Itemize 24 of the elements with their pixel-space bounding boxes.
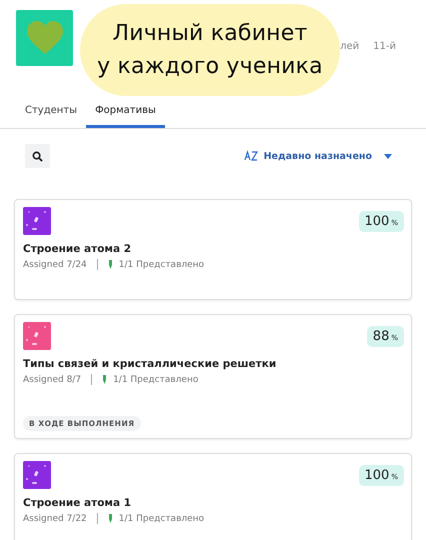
promo-text: у каждого ученика bbox=[97, 53, 323, 81]
assignment-title: Типы связей и кристаллические решетки bbox=[23, 358, 278, 370]
assigned-date: Assigned 8/7 bbox=[23, 374, 82, 384]
submission-count: 1/1 Представлено bbox=[113, 374, 198, 384]
tab[interactable]: Студенты bbox=[16, 95, 86, 128]
submission-count: 1/1 Представлено bbox=[118, 260, 204, 270]
heart-icon bbox=[24, 20, 64, 56]
search-icon bbox=[32, 150, 43, 162]
pin-icon bbox=[108, 514, 113, 523]
caret-icon bbox=[384, 154, 392, 158]
sort-dropdown[interactable]: Недавно назначено bbox=[244, 150, 392, 162]
tab[interactable]: Формативы bbox=[86, 95, 165, 128]
assignment-title: Строение атома 2 bbox=[23, 243, 132, 255]
pin-icon bbox=[108, 260, 113, 269]
assignment-title: Строение атома 1 bbox=[23, 497, 132, 509]
promo-text: Личный кабинет bbox=[112, 20, 308, 48]
sort-icon bbox=[244, 150, 258, 162]
header-text: 11-й bbox=[373, 41, 396, 52]
pin-icon bbox=[102, 375, 108, 384]
search-button[interactable] bbox=[25, 144, 50, 168]
header-text: лей bbox=[340, 41, 360, 52]
assigned-date: Assigned 7/24 bbox=[23, 260, 87, 270]
submission-count: 1/1 Представлено bbox=[118, 514, 204, 524]
assigned-date: Assigned 7/22 bbox=[23, 514, 87, 524]
